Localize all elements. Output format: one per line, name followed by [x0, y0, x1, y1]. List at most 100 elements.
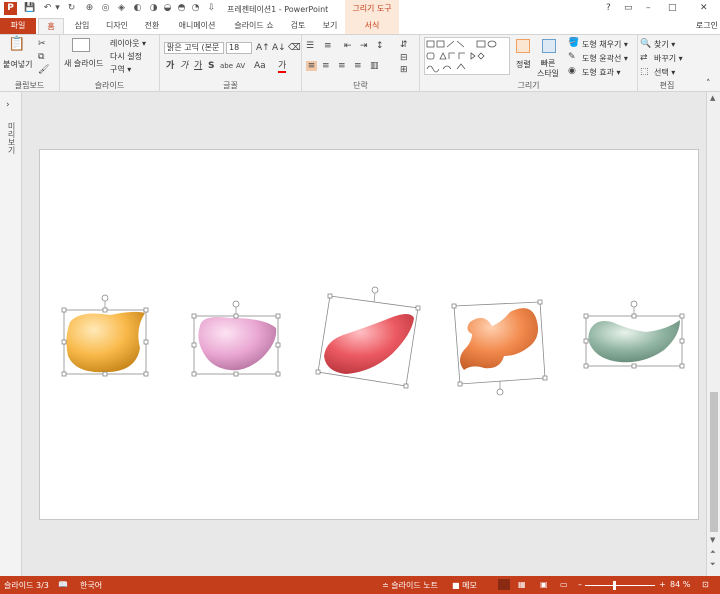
shape-effects-button[interactable]: 도형 효과 ▾ — [582, 67, 621, 78]
thumbnail-pane-label[interactable]: 미리보기 — [6, 122, 17, 154]
text-direction-icon[interactable]: ⇵ — [400, 40, 408, 50]
shadow-button[interactable]: S — [208, 61, 214, 71]
bold-button[interactable]: 가 — [166, 61, 174, 71]
normal-view-icon[interactable] — [498, 579, 510, 590]
decrease-indent-icon[interactable]: ⇤ — [344, 41, 352, 51]
paste-icon[interactable]: 📋 — [8, 37, 26, 57]
replace-icon[interactable]: ⇄ — [640, 53, 648, 63]
tab-review[interactable]: 검토 — [284, 18, 312, 34]
notes-button[interactable]: ≐ 슬라이드 노트 — [382, 580, 438, 591]
tab-file[interactable]: 파일 — [0, 18, 36, 34]
shape-union-icon[interactable]: ◐ — [132, 3, 143, 14]
zoom-slider-thumb[interactable] — [612, 581, 616, 590]
close-button[interactable]: ✕ — [700, 3, 708, 13]
yellow-blob[interactable] — [61, 294, 149, 377]
tab-transitions[interactable]: 전환 — [138, 18, 166, 34]
shape-fragment-icon[interactable]: ◒ — [162, 3, 173, 14]
format-painter-icon[interactable]: 🖌 — [38, 65, 49, 75]
align-left-icon[interactable]: ≡ — [306, 61, 317, 71]
paste-button[interactable]: 붙여넣기 — [3, 59, 32, 70]
underline-button[interactable]: 가 — [194, 61, 202, 71]
pink-blob[interactable] — [191, 300, 281, 377]
orange-blob[interactable] — [451, 299, 548, 396]
shape-fill-button[interactable]: 도형 채우기 ▾ — [582, 39, 628, 50]
tab-slideshow[interactable]: 슬라이드 쇼 — [226, 18, 282, 34]
shape-outline-button[interactable]: 도형 윤곽선 ▾ — [582, 53, 628, 64]
replace-button[interactable]: 바꾸기 ▾ — [654, 53, 683, 64]
font-color-button[interactable]: 가 — [278, 61, 287, 73]
spellcheck-icon[interactable]: 📖 — [58, 580, 68, 589]
align-center-icon[interactable]: ≡ — [322, 61, 330, 71]
slideshow-icon[interactable]: ▭ — [560, 580, 568, 589]
tab-format[interactable]: 서식 — [345, 18, 399, 34]
zoom-out-button[interactable]: – — [578, 580, 582, 589]
shape-fill-icon[interactable]: 🪣 — [568, 38, 579, 48]
tab-animations[interactable]: 애니메이션 — [170, 18, 224, 34]
fit-to-window-icon[interactable]: ⊡ — [702, 580, 709, 589]
collapse-ribbon-icon[interactable]: ˄ — [706, 79, 711, 89]
clear-format-icon[interactable]: ⌫ — [288, 43, 301, 53]
find-icon[interactable]: 🔍 — [640, 39, 651, 49]
numbering-icon[interactable]: ≡ — [324, 41, 332, 51]
font-name-select[interactable]: 맑은 고딕 (본문 — [164, 42, 224, 54]
scroll-thumb[interactable] — [710, 392, 718, 532]
align-right-icon[interactable]: ≡ — [338, 61, 346, 71]
zoom-slider[interactable] — [585, 585, 655, 586]
shape-subtract-icon[interactable]: ◔ — [190, 3, 201, 14]
shape-merge-icon[interactable]: ◎ — [100, 3, 111, 14]
reset-button[interactable]: 다시 설정 — [110, 51, 142, 62]
tab-design[interactable]: 디자인 — [98, 18, 136, 34]
shape-rotate-icon[interactable]: ⊕ — [84, 3, 95, 14]
vertical-scrollbar[interactable]: ▲ ▼ ⏶ ⏷ — [706, 92, 720, 576]
prev-slide-icon[interactable]: ⏶ — [710, 548, 716, 557]
italic-button[interactable]: 가 — [180, 61, 188, 71]
language-indicator[interactable]: 한국어 — [80, 580, 102, 591]
redo-icon[interactable]: ↻ — [66, 3, 77, 14]
line-spacing-icon[interactable]: ↕ — [376, 41, 384, 51]
smartart-icon[interactable]: ⊞ — [400, 65, 408, 75]
change-case-button[interactable]: Aa — [254, 61, 266, 71]
login-link[interactable]: 로그인 — [696, 20, 718, 31]
section-button[interactable]: 구역 ▾ — [110, 64, 131, 75]
find-button[interactable]: 찾기 ▾ — [654, 39, 675, 50]
layout-button[interactable]: 레이아웃 ▾ — [110, 38, 146, 49]
scroll-down-icon[interactable]: ▼ — [710, 536, 715, 544]
maximize-button[interactable]: □ — [668, 3, 677, 13]
tab-view[interactable]: 보기 — [316, 18, 344, 34]
shapes-gallery[interactable] — [424, 37, 510, 75]
quick-styles-icon[interactable] — [542, 39, 556, 53]
shape-group-icon[interactable]: ◈ — [116, 3, 127, 14]
grow-font-icon[interactable]: A↑ — [256, 43, 270, 53]
cut-icon[interactable]: ✂ — [38, 39, 46, 49]
arrange-icon[interactable] — [516, 39, 530, 53]
columns-icon[interactable]: ▥ — [370, 61, 379, 71]
spacing-button[interactable]: AV — [236, 61, 245, 71]
reading-view-icon[interactable]: ▣ — [540, 580, 548, 589]
bullets-icon[interactable]: ☰ — [306, 41, 314, 51]
font-size-select[interactable]: 18 — [226, 42, 252, 54]
minimize-button[interactable]: – — [646, 3, 651, 13]
help-button[interactable]: ? — [606, 3, 611, 13]
shape-outline-icon[interactable]: ✎ — [568, 52, 576, 62]
scroll-up-icon[interactable]: ▲ — [710, 94, 715, 102]
strikethrough-button[interactable]: abe — [220, 61, 233, 71]
new-slide-button[interactable]: 새 슬라이드 — [64, 58, 103, 69]
align-text-icon[interactable]: ⊟ — [400, 53, 408, 63]
expand-pane-icon[interactable]: › — [6, 100, 10, 110]
new-slide-icon[interactable] — [72, 38, 90, 52]
tab-home[interactable]: 홈 — [38, 18, 64, 34]
arrange-button[interactable]: 정렬 — [516, 59, 531, 70]
customize-qat-icon[interactable]: ⇩ — [206, 3, 217, 14]
shape-intersect-icon[interactable]: ◓ — [176, 3, 187, 14]
increase-indent-icon[interactable]: ⇥ — [360, 41, 368, 51]
zoom-in-button[interactable]: + — [659, 580, 666, 589]
undo-dropdown-icon[interactable]: ▾ — [52, 3, 63, 14]
shape-effects-icon[interactable]: ◉ — [568, 66, 576, 76]
shape-combine-icon[interactable]: ◑ — [148, 3, 159, 14]
select-icon[interactable]: ⬚ — [640, 67, 649, 77]
save-icon[interactable]: 💾 — [24, 3, 35, 14]
slide-sorter-icon[interactable]: ▦ — [518, 580, 526, 589]
red-blob[interactable] — [315, 286, 421, 389]
justify-icon[interactable]: ≡ — [354, 61, 362, 71]
tab-insert[interactable]: 삽입 — [68, 18, 96, 34]
